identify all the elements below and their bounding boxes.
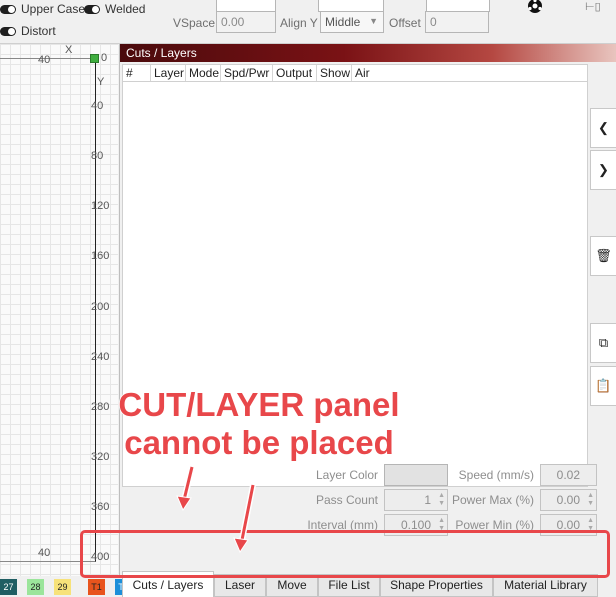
trash-icon: 🗑 (595, 248, 612, 263)
upper-case-switch[interactable] (0, 4, 16, 14)
column-header-number[interactable]: # (123, 65, 151, 81)
vspace-input[interactable]: 0.00 (216, 11, 276, 33)
annotation-line-2: cannot be placed (123, 423, 394, 462)
vspace-label: VSpace (173, 16, 216, 30)
palette-chip-label: 27 (3, 582, 14, 592)
power-max-value: 0.00 (556, 493, 580, 507)
welded-label: Welded (105, 2, 146, 16)
chevron-down-icon: ▼ (369, 16, 378, 26)
y-tick: 240 (91, 351, 110, 363)
layer-table-header: # Layer Mode Spd/Pwr Output Show Air (122, 64, 588, 82)
workspace-frame (0, 58, 96, 562)
paste-layer-button[interactable]: 📋 (590, 366, 616, 406)
move-layer-down-button[interactable]: ❯ (590, 150, 616, 190)
annotation-highlight-box (80, 530, 610, 578)
y-tick: 200 (91, 301, 110, 313)
layer-color-label: Layer Color (315, 468, 378, 482)
cuts-layers-panel: Cuts / Layers # Layer Mode Spd/Pwr Outpu… (119, 44, 616, 597)
column-header-show[interactable]: Show (317, 65, 352, 81)
speed-label: Speed (mm/s) (458, 468, 534, 482)
distort-label: Distort (21, 24, 56, 38)
pass-count-label: Pass Count (315, 493, 378, 507)
chevron-down-icon: ❯ (598, 162, 609, 177)
column-header-output[interactable]: Output (273, 65, 317, 81)
palette-chip-27[interactable]: 27 (0, 579, 17, 595)
x-axis-label: X (65, 44, 73, 56)
move-layer-up-button[interactable]: ❮ (590, 108, 616, 148)
align-y-select[interactable]: Middle ▼ (320, 11, 384, 33)
delete-layer-button[interactable]: 🗑 (590, 236, 616, 276)
y-axis-label: Y (97, 76, 105, 88)
spin-arrows-icon[interactable]: ▲ ▼ (587, 492, 594, 508)
power-max-input[interactable]: 0.00 ▲ ▼ (540, 489, 597, 511)
column-header-spd-pwr[interactable]: Spd/Pwr (221, 65, 273, 81)
pass-count-value: 1 (424, 493, 431, 507)
palette-chip-28[interactable]: 28 (27, 579, 44, 595)
distort-switch[interactable] (0, 26, 16, 36)
palette-chip-label: 29 (57, 582, 68, 592)
y-tick: 360 (91, 501, 110, 513)
offset-input[interactable]: 0 (425, 11, 489, 33)
power-max-label: Power Max (%) (451, 493, 534, 507)
paste-icon: 📋 (595, 378, 612, 393)
chevron-up-icon: ❮ (598, 120, 609, 135)
y-tick: 80 (91, 150, 104, 162)
y-tick: 40 (91, 100, 104, 112)
distort-toggle[interactable]: Distort (0, 24, 56, 38)
annotation-line-1: CUT/LAYER panel (118, 385, 401, 424)
x-tick-top: 40 (38, 54, 51, 66)
palette-chip-label: 28 (30, 582, 41, 592)
offset-label: Offset (389, 16, 421, 30)
speed-value: 0.02 (556, 468, 580, 482)
workspace-canvas[interactable]: X Y 40 40 0 40 80 120 160 200 240 280 32… (0, 44, 118, 576)
palette-chip-29[interactable]: 29 (54, 579, 71, 595)
gear-icon[interactable] (526, 0, 544, 18)
welded-switch[interactable] (84, 4, 100, 14)
upper-case-toggle[interactable]: Upper Case (0, 2, 85, 16)
copy-icon: ⧉ (598, 335, 609, 350)
annotation-callout: CUT/LAYER panel cannot be placed (104, 385, 414, 462)
text-options-toolbar: Upper Case Welded Distort VSpace 0.00 Al… (0, 0, 616, 44)
y-tick: 120 (91, 200, 110, 212)
x-tick-bottom: 40 (38, 547, 51, 559)
y-tick-0: 0 (101, 52, 108, 64)
copy-layer-button[interactable]: ⧉ (590, 323, 616, 363)
panel-title-bar[interactable]: Cuts / Layers (120, 44, 616, 62)
column-header-mode[interactable]: Mode (186, 65, 221, 81)
welded-toggle[interactable]: Welded (84, 2, 145, 16)
align-y-value: Middle (325, 15, 361, 29)
column-header-layer[interactable]: Layer (151, 65, 186, 81)
speed-input[interactable]: 0.02 (540, 464, 597, 486)
palette-chip-t1[interactable]: T1 (88, 579, 105, 595)
palette-chip-label: T1 (91, 582, 102, 592)
y-tick: 160 (91, 250, 110, 262)
column-header-air[interactable]: Air (352, 65, 382, 81)
upper-case-label: Upper Case (21, 2, 86, 16)
align-y-label: Align Y (280, 16, 318, 30)
home-origin-marker (90, 54, 99, 63)
align-icon[interactable]: ⊢▯ (585, 0, 601, 13)
